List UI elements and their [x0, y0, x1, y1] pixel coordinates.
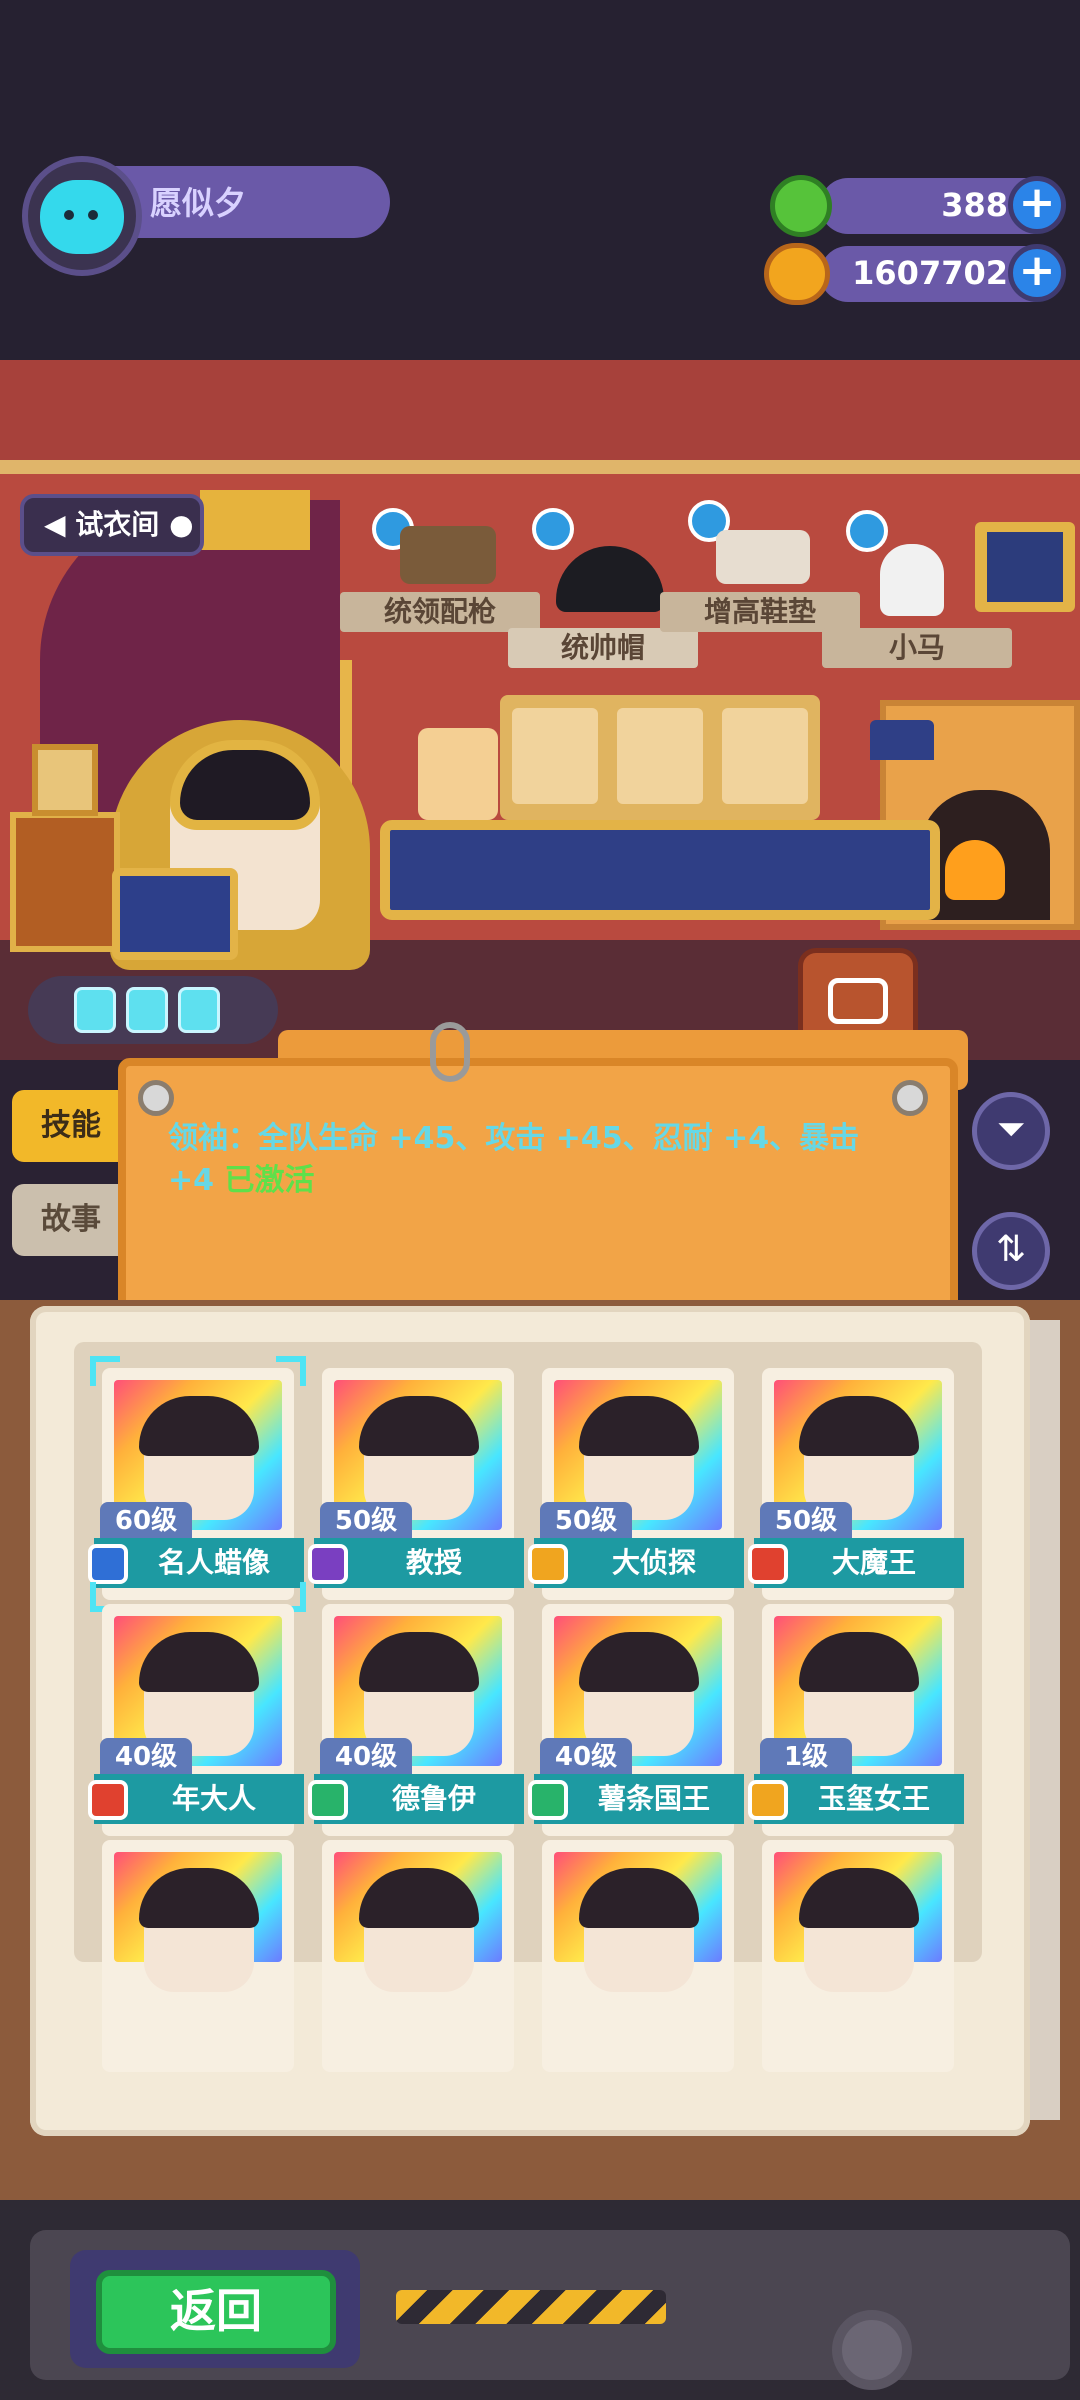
- player-name: 愿似夕: [150, 184, 247, 222]
- class-badge-icon: [88, 1780, 128, 1820]
- room-tag[interactable]: ◀ 试衣间 ●: [20, 494, 204, 556]
- sort-icon: ⇅: [995, 1229, 1027, 1270]
- info-bubble-icon[interactable]: [846, 510, 888, 552]
- hazard-stripe: [396, 2290, 666, 2324]
- mini-portrait: [722, 708, 808, 804]
- add-gems-button[interactable]: +: [1008, 176, 1066, 234]
- class-badge-icon: [308, 1544, 348, 1584]
- horse-icon[interactable]: [880, 544, 944, 616]
- character-level: 60级: [100, 1502, 192, 1540]
- arrow-left-icon: ◀: [44, 508, 66, 541]
- cabinet: [10, 812, 120, 952]
- canopy-crown: [200, 490, 310, 550]
- pin-icon: [138, 1080, 174, 1116]
- gear-icon: [832, 2310, 912, 2390]
- filter-icon: ⏷: [996, 1109, 1026, 1150]
- class-badge-icon: [528, 1780, 568, 1820]
- green-gem-icon: [770, 175, 832, 237]
- cake: [418, 728, 498, 820]
- skill-gem-icon: [74, 987, 116, 1033]
- mini-portrait: [617, 708, 703, 804]
- class-badge-icon: [308, 1780, 348, 1820]
- class-badge-icon: [88, 1544, 128, 1584]
- fire-icon: [945, 840, 1005, 900]
- selection-corner: [90, 1356, 120, 1386]
- character-level: 50级: [540, 1502, 632, 1540]
- class-badge-icon: [748, 1544, 788, 1584]
- wardrobe-icon: [828, 978, 888, 1024]
- character-level: 40级: [100, 1738, 192, 1776]
- pin-icon: [892, 1080, 928, 1116]
- skill-active-status: 已激活: [224, 1163, 315, 1198]
- selection-corner: [276, 1356, 306, 1386]
- info-bubble-icon[interactable]: [532, 508, 574, 550]
- skill-gem-icon: [178, 987, 220, 1033]
- tab-skill[interactable]: 技能: [12, 1090, 130, 1162]
- sort-button[interactable]: ⇅: [972, 1212, 1050, 1290]
- pistol-icon[interactable]: [400, 526, 496, 584]
- item-label-hat[interactable]: 统帅帽: [508, 628, 698, 668]
- tab-story[interactable]: 故事: [12, 1184, 130, 1256]
- character-level: 1级: [760, 1738, 852, 1776]
- class-badge-icon: [748, 1780, 788, 1820]
- item-label-pistol[interactable]: 统领配枪: [340, 592, 540, 632]
- cat-avatar-icon: [40, 180, 124, 254]
- room-tag-label: 试衣间: [75, 508, 160, 541]
- add-coins-button[interactable]: +: [1008, 244, 1066, 302]
- insole-icon[interactable]: [716, 530, 810, 584]
- item-label-horse[interactable]: 小马: [822, 628, 1012, 668]
- character-level: 50级: [760, 1502, 852, 1540]
- paper-clip-icon: [430, 1022, 470, 1082]
- skill-description: 领袖：全队生命 +45、攻击 +45、忍耐 +4、暴击 +4 已激活: [168, 1118, 908, 1202]
- mini-portrait: [512, 708, 598, 804]
- back-button[interactable]: 返回: [96, 2270, 336, 2354]
- small-portrait: [32, 744, 98, 816]
- gold-coin-icon: [764, 243, 830, 305]
- character-level: 40级: [320, 1738, 412, 1776]
- filter-button[interactable]: ⏷: [972, 1092, 1050, 1170]
- skill-gem-icon: [126, 987, 168, 1033]
- item-label-insole[interactable]: 增高鞋垫: [660, 592, 860, 632]
- lamp: [870, 720, 934, 760]
- desk: [380, 820, 940, 920]
- horse-painting-canvas: [987, 532, 1063, 602]
- class-badge-icon: [528, 1544, 568, 1584]
- character-level: 50级: [320, 1502, 412, 1540]
- coin-amount: 1607702: [852, 254, 1008, 292]
- room-ceiling: [0, 360, 1080, 474]
- dot-icon: ●: [169, 508, 194, 541]
- character-level: 40级: [540, 1738, 632, 1776]
- treasure-chest[interactable]: [112, 868, 238, 960]
- gem-amount: 388: [941, 186, 1008, 224]
